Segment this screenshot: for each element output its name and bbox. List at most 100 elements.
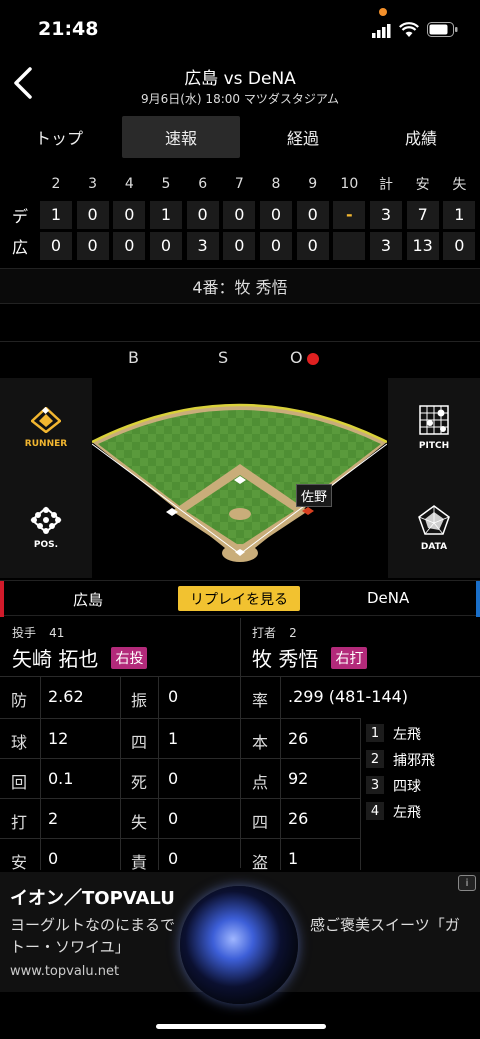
- data-label: DATA: [420, 542, 448, 552]
- away-team-tab[interactable]: DeNA: [367, 589, 409, 607]
- pitcher-number: 41: [49, 626, 65, 640]
- runner-icon: [31, 407, 61, 433]
- divider: [120, 676, 121, 870]
- total-hits: 7: [406, 200, 439, 229]
- inning-header: 3: [88, 175, 98, 192]
- siri-orb-icon[interactable]: [180, 886, 298, 1004]
- score-cell: 0: [296, 231, 329, 260]
- pitch-button[interactable]: PITCH: [388, 378, 480, 478]
- home-indicator[interactable]: [156, 1024, 326, 1029]
- divider: [240, 618, 241, 868]
- stat-label: 盗: [252, 853, 269, 872]
- divider: [0, 676, 480, 677]
- inning-header: 2: [51, 175, 61, 192]
- stat-value: 92: [288, 769, 309, 788]
- pitcher-name: 矢崎 拓也: [12, 647, 99, 671]
- ad-info-icon[interactable]: i: [458, 875, 476, 891]
- score-cell: 0: [113, 200, 146, 229]
- stat-label: 責: [131, 853, 148, 872]
- tab-live[interactable]: 速報: [122, 116, 240, 158]
- at-bat-result: 四球: [393, 779, 421, 795]
- stat-value: 2.62: [48, 687, 84, 706]
- signal-icon: [372, 24, 391, 38]
- stat-value: 0: [168, 687, 179, 706]
- pitcher-role: 投手: [12, 626, 37, 640]
- stat-label: 四: [252, 813, 269, 832]
- stat-label: 球: [11, 733, 28, 752]
- tab-top[interactable]: トップ: [0, 114, 118, 160]
- at-bat-result: 左飛: [393, 727, 421, 743]
- stat-value: 0: [168, 849, 179, 868]
- stat-label: 防: [11, 691, 28, 710]
- stat-label: 点: [252, 773, 269, 792]
- at-bat-result: 左飛: [393, 805, 421, 821]
- at-bat-number: 3: [366, 776, 384, 794]
- at-bat-number: 1: [366, 724, 384, 742]
- status-time: 21:48: [38, 18, 99, 40]
- scoreboard-header: 2 3 4 5 6 7 8 9 10 計 安 失: [0, 168, 480, 199]
- batter-role: 打者: [252, 626, 277, 640]
- at-bat-number: 2: [366, 750, 384, 768]
- inning-header: 10: [340, 175, 359, 192]
- stat-value: 1: [288, 849, 299, 868]
- wifi-icon: [399, 22, 419, 37]
- inning-header: 5: [161, 175, 171, 192]
- total-errors: 0: [443, 231, 476, 260]
- runner-label: RUNNER: [24, 439, 68, 449]
- at-bat-number: 4: [366, 802, 384, 820]
- position-button[interactable]: POS.: [0, 478, 92, 578]
- score-cell: 0: [223, 231, 256, 260]
- stat-value: 2: [48, 809, 59, 828]
- home-color-bar: [0, 581, 4, 617]
- score-cell: [333, 231, 366, 260]
- away-color-bar: [476, 581, 480, 617]
- stat-label: 死: [131, 773, 148, 792]
- game-title: 広島 vs DeNA: [184, 69, 296, 89]
- stat-value: 0: [48, 849, 59, 868]
- runner-button[interactable]: RUNNER: [0, 378, 92, 478]
- batter-name-row[interactable]: 牧 秀悟 右打: [252, 643, 368, 672]
- divider: [0, 798, 360, 799]
- score-cell: 0: [186, 200, 219, 229]
- home-team-tab[interactable]: 広島: [73, 589, 103, 610]
- scoreboard-row-away: デ 1 0 0 1 0 0 0 0 - 3 7 1: [0, 199, 480, 230]
- stat-label: 四: [131, 733, 148, 752]
- out-dot: [307, 353, 319, 365]
- score-cell: 0: [260, 231, 292, 260]
- tab-progress[interactable]: 経過: [244, 114, 362, 160]
- divider: [158, 676, 159, 870]
- strike-label: S: [218, 348, 229, 367]
- stat-value: 26: [288, 729, 309, 748]
- stat-value: 0: [168, 769, 179, 788]
- team-abbrev: デ: [11, 206, 28, 226]
- divider: [40, 676, 41, 870]
- stat-label: 振: [131, 691, 148, 710]
- ball-label: B: [128, 348, 139, 367]
- inning-header: 4: [124, 175, 134, 192]
- recording-dot: [379, 8, 387, 16]
- errors-header: 失: [452, 176, 467, 193]
- tab-stats[interactable]: 成績: [362, 114, 480, 160]
- score-cell: 0: [223, 200, 256, 229]
- pitcher-name-row[interactable]: 矢崎 拓也 右投: [12, 643, 148, 672]
- runner-name-tag: 佐野: [296, 484, 333, 507]
- replay-button[interactable]: リプレイを見る: [178, 586, 300, 611]
- data-button[interactable]: DATA: [388, 478, 480, 578]
- pitcher-hand-badge: 右投: [111, 647, 148, 669]
- ad-title: イオン／TOPVALU: [10, 888, 175, 909]
- stat-value: 12: [48, 729, 69, 748]
- at-bat-result: 捕邪飛: [393, 753, 435, 769]
- stat-label: 率: [252, 691, 269, 710]
- batter-header: 打者 2: [252, 622, 297, 641]
- total-runs-header: 計: [379, 176, 393, 193]
- pitch-label: PITCH: [418, 441, 450, 451]
- score-cell: 1: [39, 200, 72, 229]
- batter-hand-badge: 右打: [331, 647, 368, 669]
- baseball-field: [92, 378, 387, 576]
- stat-label: 安: [11, 853, 28, 872]
- stat-value: 26: [288, 809, 309, 828]
- game-subtitle: 9月6日(水) 18:00 マツダスタジアム: [140, 92, 339, 106]
- batter-name: 牧 秀悟: [252, 647, 319, 671]
- divider: [0, 838, 360, 839]
- stat-label: 本: [252, 733, 269, 752]
